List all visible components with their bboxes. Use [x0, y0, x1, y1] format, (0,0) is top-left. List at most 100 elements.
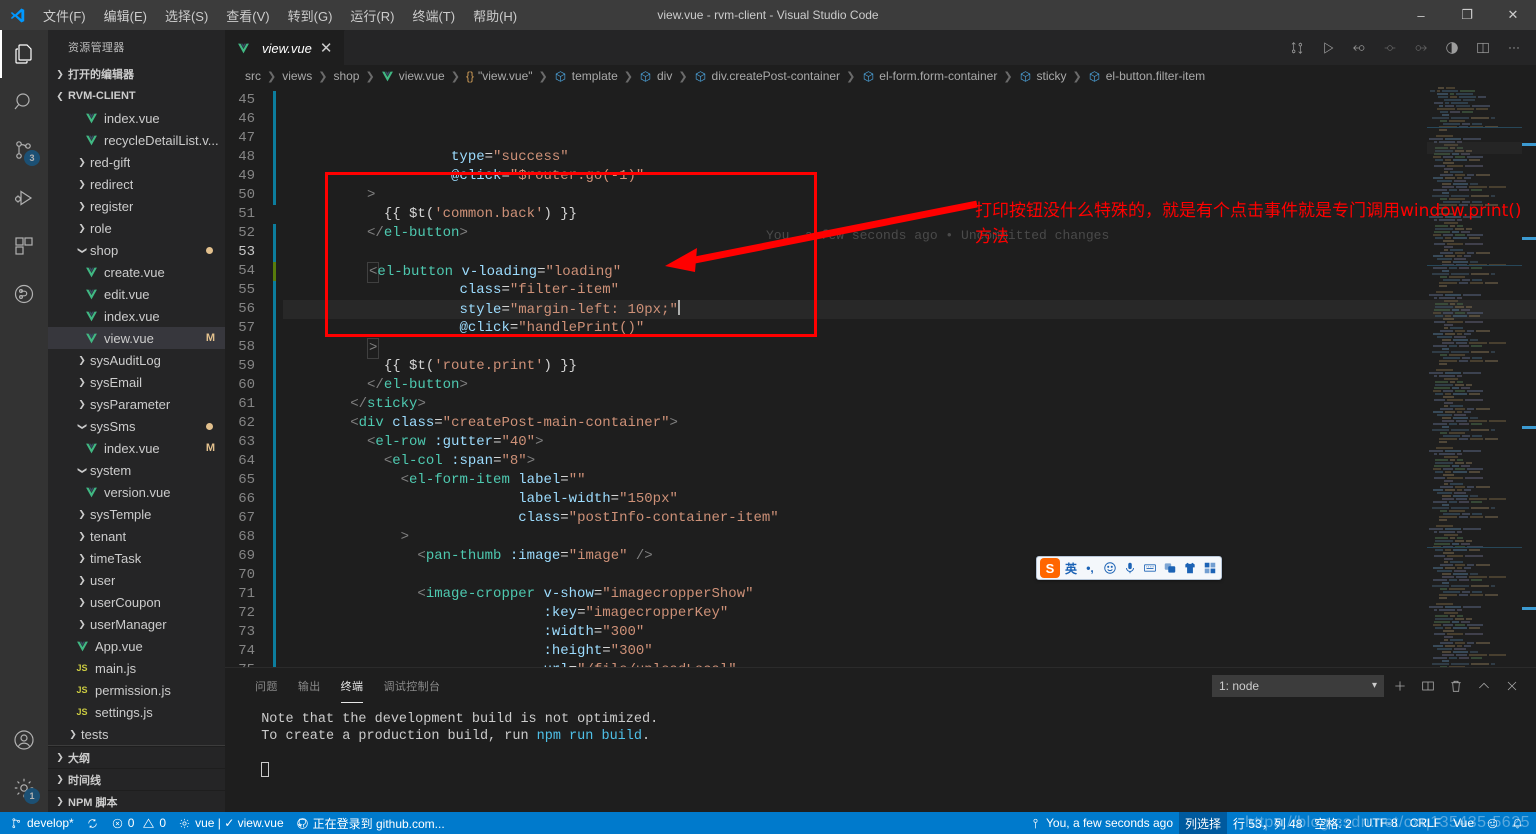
status-sync[interactable] [80, 812, 105, 834]
status-cursor-position[interactable]: 行 53，列 48 [1227, 812, 1308, 834]
panel-tab-debug-console[interactable]: 调试控制台 [373, 668, 450, 703]
tree-item-timetask[interactable]: ❯ timeTask [48, 547, 225, 569]
kill-terminal-icon[interactable] [1444, 674, 1468, 698]
breadcrumb-item-sticky[interactable]: sticky [1017, 69, 1069, 83]
breadcrumb-item-div[interactable]: div [637, 69, 674, 83]
code-line[interactable]: url="/file/uploadLocal" [283, 661, 1536, 667]
menu-selection[interactable]: 选择(S) [156, 2, 217, 29]
breadcrumb-item-view.vue[interactable]: view.vue [379, 69, 447, 83]
ime-mode-label[interactable]: 英 [1063, 559, 1079, 577]
tree-item-usermanager[interactable]: ❯ userManager [48, 613, 225, 635]
breadcrumb-item-template[interactable]: template [552, 69, 620, 83]
breadcrumb-item--view.vue-[interactable]: {} "view.vue" [464, 69, 535, 83]
status-git-blame[interactable]: You, a few seconds ago [1023, 812, 1179, 834]
code-line[interactable] [283, 243, 1536, 262]
breadcrumb-item-div.createpost-container[interactable]: div.createPost-container [692, 69, 843, 83]
tree-item-sysemail[interactable]: ❯ sysEmail [48, 371, 225, 393]
status-feedback[interactable] [1480, 812, 1505, 834]
menu-view[interactable]: 查看(V) [217, 2, 278, 29]
tree-item-register[interactable]: ❯ register [48, 195, 225, 217]
status-language-mode[interactable]: Vue [1447, 812, 1480, 834]
code-line[interactable]: <div class="createPost-main-container"> [283, 414, 1536, 433]
status-branch[interactable]: develop* [0, 812, 80, 834]
code-line[interactable]: <pan-thumb :image="image" /> [283, 547, 1536, 566]
code-line[interactable]: style="margin-left: 10px;" [283, 300, 1536, 319]
code-line[interactable]: class="filter-item" [283, 281, 1536, 300]
tree-item-redirect[interactable]: ❯ redirect [48, 173, 225, 195]
tree-item-version.vue[interactable]: version.vue [48, 481, 225, 503]
sidebar-section-open-editors[interactable]: ❯ 打开的编辑器 [48, 63, 225, 85]
sidebar-section-timeline[interactable]: ❯ 时间线 [48, 768, 225, 790]
tree-item-sysparameter[interactable]: ❯ sysParameter [48, 393, 225, 415]
code-line[interactable]: {{ $t('route.print') }} [283, 357, 1536, 376]
maximize-panel-icon[interactable] [1472, 674, 1496, 698]
close-button[interactable]: ✕ [1490, 0, 1536, 30]
sogou-logo-icon[interactable]: S [1040, 558, 1060, 578]
search-icon[interactable] [0, 78, 48, 126]
breadcrumb-item-el-button.filter-item[interactable]: el-button.filter-item [1086, 69, 1207, 83]
panel-tab-problems[interactable]: 问题 [245, 668, 288, 703]
tree-item-sysauditlog[interactable]: ❯ sysAuditLog [48, 349, 225, 371]
tree-item-app.vue[interactable]: App.vue [48, 635, 225, 657]
tree-item-red-gift[interactable]: ❯ red-gift [48, 151, 225, 173]
settings-gear-icon[interactable]: 1 [0, 764, 48, 812]
code-line[interactable]: > [283, 186, 1536, 205]
maximize-button[interactable]: ❐ [1444, 0, 1490, 30]
more-actions-icon[interactable] [1500, 34, 1528, 62]
tree-item-tests[interactable]: ❯ tests [48, 723, 225, 745]
menu-file[interactable]: 文件(F) [34, 2, 95, 29]
split-vertical-compare-icon[interactable] [1283, 34, 1311, 62]
tree-item-create.vue[interactable]: create.vue [48, 261, 225, 283]
panel-tab-output[interactable]: 输出 [288, 668, 331, 703]
status-github-auth[interactable]: 正在登录到 github.com... [290, 812, 451, 834]
split-terminal-icon[interactable] [1416, 674, 1440, 698]
tree-item-main.js[interactable]: JS main.js [48, 657, 225, 679]
menu-go[interactable]: 转到(G) [279, 2, 342, 29]
tree-item-role[interactable]: ❯ role [48, 217, 225, 239]
tree-item-index.vue[interactable]: index.vue [48, 107, 225, 129]
tree-item-system[interactable]: ❮ system [48, 459, 225, 481]
tree-item-shop[interactable]: ❮ shop [48, 239, 225, 261]
status-indentation[interactable]: 空格: 2 [1308, 812, 1357, 834]
tree-item-systemple[interactable]: ❯ sysTemple [48, 503, 225, 525]
code-line[interactable]: type="success" [283, 148, 1536, 167]
account-icon[interactable] [0, 716, 48, 764]
explorer-icon[interactable] [0, 30, 48, 78]
tree-item-syssms[interactable]: ❮ sysSms [48, 415, 225, 437]
code-line[interactable]: > [283, 338, 1536, 359]
terminal-selector[interactable]: 1: node ▾ [1212, 674, 1384, 697]
breadcrumb-item-shop[interactable]: shop [331, 69, 361, 83]
toggle-breakpoint-icon[interactable] [1376, 34, 1404, 62]
code-line[interactable]: :width="300" [283, 623, 1536, 642]
sidebar-section-npm-scripts[interactable]: ❯ NPM 脚本 [48, 790, 225, 812]
tab-view-vue[interactable]: view.vue ✕ [225, 30, 346, 65]
code-line[interactable] [283, 566, 1536, 585]
code-line[interactable]: @click="$router.go(-1)" [283, 167, 1536, 186]
panel-tab-terminal[interactable]: 终端 [331, 668, 374, 703]
tree-item-view.vue[interactable]: view.vue M [48, 327, 225, 349]
code-line[interactable]: </el-button> [283, 376, 1536, 395]
minimize-button[interactable]: – [1398, 0, 1444, 30]
status-eol[interactable]: CRLF [1404, 812, 1447, 834]
status-column-select[interactable]: 列选择 [1179, 812, 1228, 834]
microphone-icon[interactable] [1121, 560, 1138, 577]
menu-help[interactable]: 帮助(H) [464, 2, 526, 29]
translate-icon[interactable] [1161, 560, 1178, 577]
code-line[interactable]: {{ $t('common.back') }} [283, 205, 1536, 224]
code-line[interactable]: class="postInfo-container-item" [283, 509, 1536, 528]
tree-item-usercoupon[interactable]: ❯ userCoupon [48, 591, 225, 613]
soft-keyboard-icon[interactable] [1141, 560, 1158, 577]
menu-run[interactable]: 运行(R) [341, 2, 403, 29]
editor-vertical-scrollbar[interactable] [1522, 87, 1536, 667]
status-vue-plugin[interactable]: vue | ✓ view.vue [172, 812, 290, 834]
breadcrumb-item-views[interactable]: views [280, 69, 314, 83]
split-editor-icon[interactable] [1469, 34, 1497, 62]
tree-item-recycledetaillist.v...[interactable]: recycleDetailList.v... [48, 129, 225, 151]
emoji-icon[interactable] [1101, 560, 1118, 577]
skin-icon[interactable] [1181, 560, 1198, 577]
menu-terminal[interactable]: 终端(T) [403, 2, 464, 29]
sidebar-section-outline[interactable]: ❯ 大纲 [48, 746, 225, 768]
code-line[interactable]: <image-cropper v-show="imagecropperShow" [283, 585, 1536, 604]
code-line[interactable]: <el-col :span="8"> [283, 452, 1536, 471]
status-notifications[interactable] [1505, 812, 1536, 834]
